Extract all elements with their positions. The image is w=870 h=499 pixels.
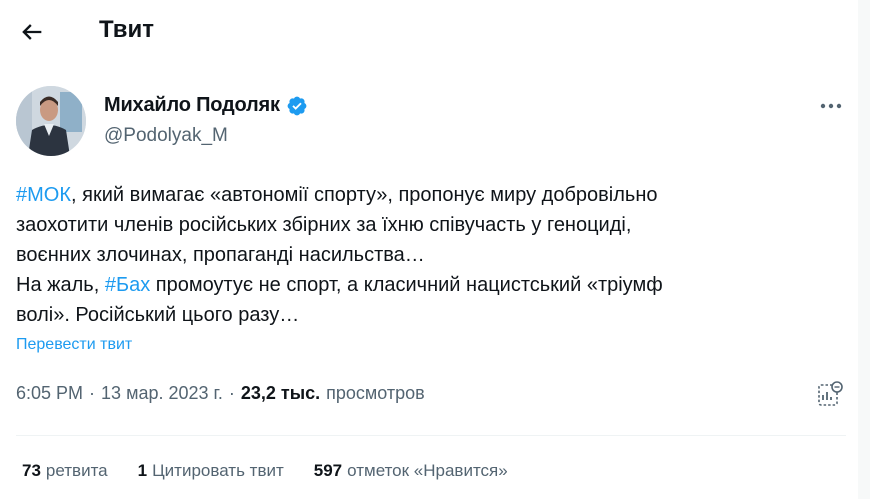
- tweet-line: На жаль, #Бах промоутує не спорт, а клас…: [16, 270, 836, 300]
- views-count: 23,2 тыс.: [240, 383, 321, 403]
- engagement-stats: 73 ретвита 1 Цитировать твит 597 отметок «Н…: [22, 461, 538, 481]
- tweet-line: заохотити членів російських збірних за ї…: [16, 214, 632, 236]
- hashtag-link[interactable]: #МОК: [16, 184, 71, 206]
- scrollbar-track[interactable]: [858, 0, 870, 499]
- tweet-line: #МОК, який вимагає «автономії спорту», п…: [16, 180, 836, 210]
- tweet-text: #МОК, який вимагає «автономії спорту», п…: [16, 180, 836, 330]
- avatar[interactable]: [16, 86, 86, 156]
- hashtag-link[interactable]: #Бах: [105, 274, 150, 296]
- separator: ·: [228, 383, 235, 403]
- retweets-stat[interactable]: 73 ретвита: [22, 461, 108, 481]
- tweet-date[interactable]: 13 мар. 2023 г.: [101, 383, 223, 404]
- likes-stat[interactable]: 597 отметок «Нравится»: [314, 461, 508, 481]
- tweet-text-span: промоутує не спорт, а класичний нацистсь…: [150, 274, 663, 296]
- quotes-stat[interactable]: 1 Цитировать твит: [138, 461, 284, 481]
- tweet-line: волі». Російський цього разу…: [16, 304, 300, 326]
- quotes-label: Цитировать твит: [152, 461, 284, 480]
- translate-tweet-link[interactable]: Перевести твит: [16, 336, 132, 354]
- tweet-text-span: , який вимагає «автономії спорту», пропо…: [71, 184, 658, 206]
- separator: ·: [89, 383, 96, 403]
- page-title: Твит: [99, 16, 155, 43]
- divider: [16, 435, 846, 436]
- tweet-time[interactable]: 6:05 PM: [16, 383, 83, 404]
- likes-label: отметок «Нравится»: [347, 461, 508, 480]
- arrow-left-icon[interactable]: [18, 18, 46, 46]
- analytics-icon[interactable]: [816, 380, 844, 408]
- tweet-text-span: На жаль,: [16, 274, 105, 296]
- tweet-header: Твит: [0, 0, 850, 64]
- author-handle[interactable]: @Podolyak_M: [104, 125, 228, 147]
- quotes-count: 1: [137, 461, 148, 480]
- likes-count: 597: [313, 461, 343, 480]
- retweets-count: 73: [22, 461, 41, 480]
- retweets-label: ретвита: [45, 461, 108, 480]
- author-name-row[interactable]: Михайло Подоляк: [104, 94, 308, 117]
- tweet-line: воєнних злочинах, пропаганді насильства…: [16, 244, 425, 266]
- verified-badge-icon: [287, 96, 307, 115]
- views-label: просмотров: [326, 383, 425, 403]
- avatar-image: [16, 86, 86, 156]
- more-options-icon[interactable]: [818, 96, 844, 116]
- tweet-metadata: 6:05 PM · 13 мар. 2023 г. · 23,2 тыс. пр…: [16, 383, 425, 404]
- author-name[interactable]: Михайло Подоляк: [104, 94, 280, 117]
